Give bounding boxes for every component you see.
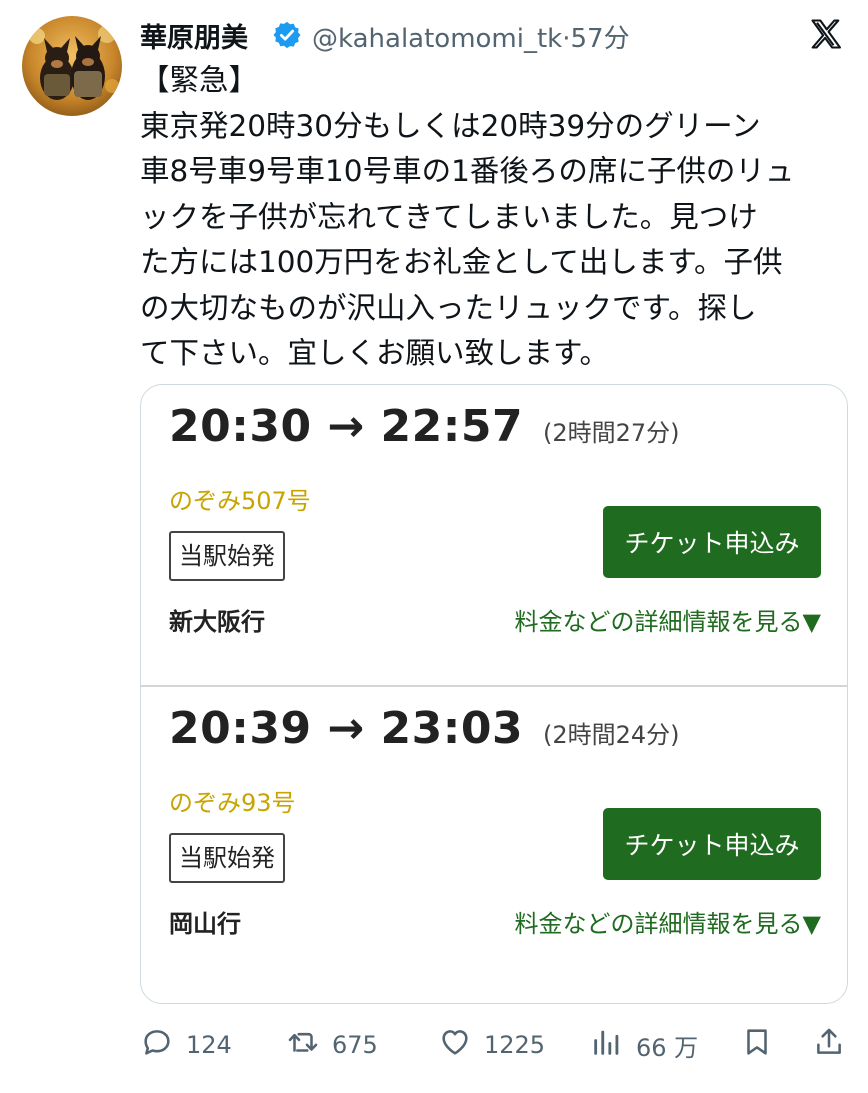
avatar-photo — [22, 16, 122, 116]
attached-image-train-schedule[interactable]: 20:30 → 22:57 (2時間27分) のぞみ507号 当駅始発 チケット… — [140, 384, 848, 1004]
retweet-button[interactable]: 675 — [286, 1025, 378, 1065]
origin-badge: 当駅始発 — [169, 531, 285, 581]
reply-icon — [140, 1025, 174, 1065]
view-count: 66 万 — [636, 1033, 699, 1062]
tweet-line: の大切なものが沢山入ったリュックです。探し — [140, 290, 757, 325]
duration: (2時間27分) — [542, 419, 680, 447]
like-count: 1225 — [484, 1031, 546, 1059]
duration: (2時間24分) — [542, 721, 680, 749]
train-time: 20:39 → 23:03 (2時間24分) — [169, 703, 680, 754]
retweet-icon — [286, 1025, 320, 1065]
details-link[interactable]: 料金などの詳細情報を見る▼ — [515, 602, 821, 637]
reply-button[interactable]: 124 — [140, 1025, 232, 1065]
train-name: のぞみ93号 — [169, 789, 296, 817]
tweet-line: 【緊急】 — [140, 63, 259, 97]
departure-arrival: 20:39 → 23:03 — [169, 703, 524, 754]
verified-badge-icon — [272, 20, 302, 50]
tweet-line: た方には100万円をお礼金として出します。子供 — [140, 245, 783, 279]
retweet-count: 675 — [332, 1031, 378, 1059]
x-logo-icon[interactable] — [808, 16, 844, 52]
destination: 新大阪行 — [169, 608, 265, 636]
display-name[interactable]: 華原朋美 — [140, 16, 248, 55]
train-name: のぞみ507号 — [169, 487, 311, 515]
tweet-line: 東京発20時30分もしくは20時39分のグリーン — [140, 108, 761, 143]
tweet-line: 車8号車9号車10号車の1番後ろの席に子供のリュ — [140, 154, 795, 188]
share-button[interactable] — [812, 1025, 846, 1065]
bookmark-icon — [740, 1025, 774, 1065]
heart-icon — [438, 1025, 472, 1065]
train-entry: 20:39 → 23:03 (2時間24分) のぞみ93号 当駅始発 チケット申… — [141, 685, 847, 985]
details-link[interactable]: 料金などの詳細情報を見る▼ — [515, 904, 821, 939]
ticket-apply-button[interactable]: チケット申込み — [603, 808, 821, 880]
bookmark-button[interactable] — [740, 1025, 774, 1065]
train-time: 20:30 → 22:57 (2時間27分) — [169, 401, 680, 452]
origin-badge: 当駅始発 — [169, 833, 285, 883]
separator: · — [562, 24, 571, 54]
avatar[interactable] — [22, 16, 122, 116]
train-entry: 20:30 → 22:57 (2時間27分) のぞみ507号 当駅始発 チケット… — [141, 385, 847, 685]
ticket-apply-button[interactable]: チケット申込み — [603, 506, 821, 578]
tweet-line: ックを子供が忘れてきてしまいました。見つけ — [140, 199, 758, 234]
views-button[interactable]: 66 万 — [590, 1025, 698, 1065]
departure-arrival: 20:30 → 22:57 — [169, 401, 524, 452]
destination: 岡山行 — [169, 910, 241, 938]
tweet-header: 華原朋美 @kahalatomomi_tk·57分 — [140, 10, 860, 56]
like-button[interactable]: 1225 — [438, 1025, 545, 1065]
share-icon — [812, 1025, 846, 1065]
tweet-action-bar: 124 675 1225 66 万 — [140, 1025, 850, 1065]
views-icon — [590, 1025, 624, 1065]
reply-count: 124 — [186, 1031, 232, 1059]
tweet-line: て下さい。宜しくお願い致します。 — [140, 336, 610, 370]
handle-and-time: @kahalatomomi_tk·57分 — [312, 18, 630, 55]
timestamp[interactable]: 57分 — [571, 24, 630, 54]
tweet-text: 【緊急】 東京発20時30分もしくは20時39分のグリーン 車8号車9号車10号… — [140, 58, 840, 377]
handle[interactable]: @kahalatomomi_tk — [312, 24, 562, 54]
